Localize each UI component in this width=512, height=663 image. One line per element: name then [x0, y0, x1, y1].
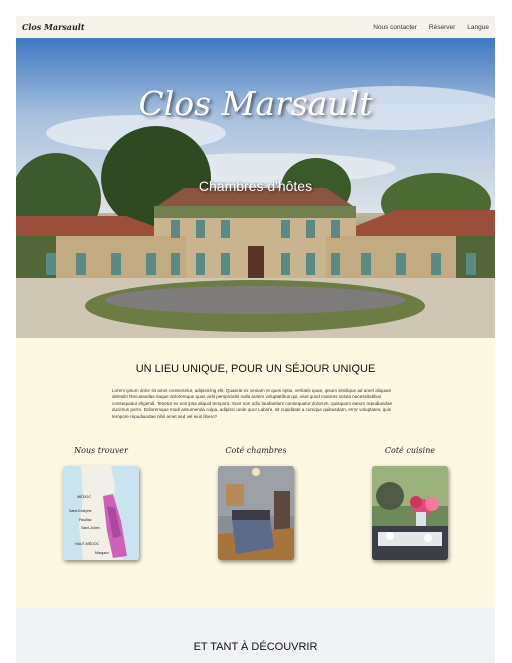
map-label: HAUT-MÉDOC — [75, 541, 100, 546]
discover-section: ET TANT À DÉCOUVRIR — [16, 608, 495, 663]
top-navbar: Clos Marsault Nous contacter Réserver La… — [16, 16, 495, 38]
nav-link-language[interactable]: Langue — [467, 24, 489, 31]
map-label: MÉDOC — [77, 494, 91, 499]
discover-title: ET TANT À DÉCOUVRIR — [193, 641, 318, 653]
map-label: Margaux — [95, 551, 109, 555]
kitchen-thumbnail[interactable] — [372, 466, 448, 560]
map-image: MÉDOC Saint-Estèphe Pauillac Saint-Julie… — [63, 466, 139, 560]
card-label-rooms: Coté chambres — [225, 446, 287, 455]
ivy — [154, 206, 356, 218]
hero-title: Clos Marsault — [138, 84, 373, 123]
intro-section: UN LIEU UNIQUE, POUR UN SÉJOUR UNIQUE Lo… — [16, 338, 495, 608]
card-label-find-us: Nous trouver — [74, 446, 128, 455]
nav-link-book[interactable]: Réserver — [429, 24, 455, 31]
map-label: Saint-Estèphe — [69, 509, 92, 513]
bedroom-thumbnail[interactable] — [218, 466, 294, 560]
map-label: Saint-Julien — [81, 526, 100, 530]
page: Clos Marsault Nous contacter Réserver La… — [16, 16, 495, 663]
card-label-kitchen: Coté cuisine — [384, 446, 436, 455]
map-thumbnail[interactable]: MÉDOC Saint-Estèphe Pauillac Saint-Julie… — [63, 466, 139, 560]
intro-text: Lorem ipsum dolor sit amet consectetur, … — [112, 388, 393, 419]
kitchen-image — [372, 466, 448, 560]
hero-banner: Clos Marsault Chambres d'hôtes — [16, 38, 495, 338]
lavender — [105, 286, 405, 314]
card-rooms[interactable]: Coté chambres — [181, 446, 331, 560]
nav-links: Nous contacter Réserver Langue — [373, 24, 489, 31]
card-kitchen[interactable]: Coté cuisine — [335, 446, 485, 560]
bedroom-image — [218, 466, 294, 560]
hero-subtitle: Chambres d'hôtes — [198, 178, 313, 194]
intro-title: UN LIEU UNIQUE, POUR UN SÉJOUR UNIQUE — [135, 363, 376, 375]
brand-logo[interactable]: Clos Marsault — [22, 22, 85, 32]
nav-link-contact[interactable]: Nous contacter — [373, 24, 417, 31]
card-find-us[interactable]: Nous trouver MÉDOC Saint-Estèphe Pauilla… — [26, 446, 176, 560]
map-label: Pauillac — [79, 518, 92, 522]
